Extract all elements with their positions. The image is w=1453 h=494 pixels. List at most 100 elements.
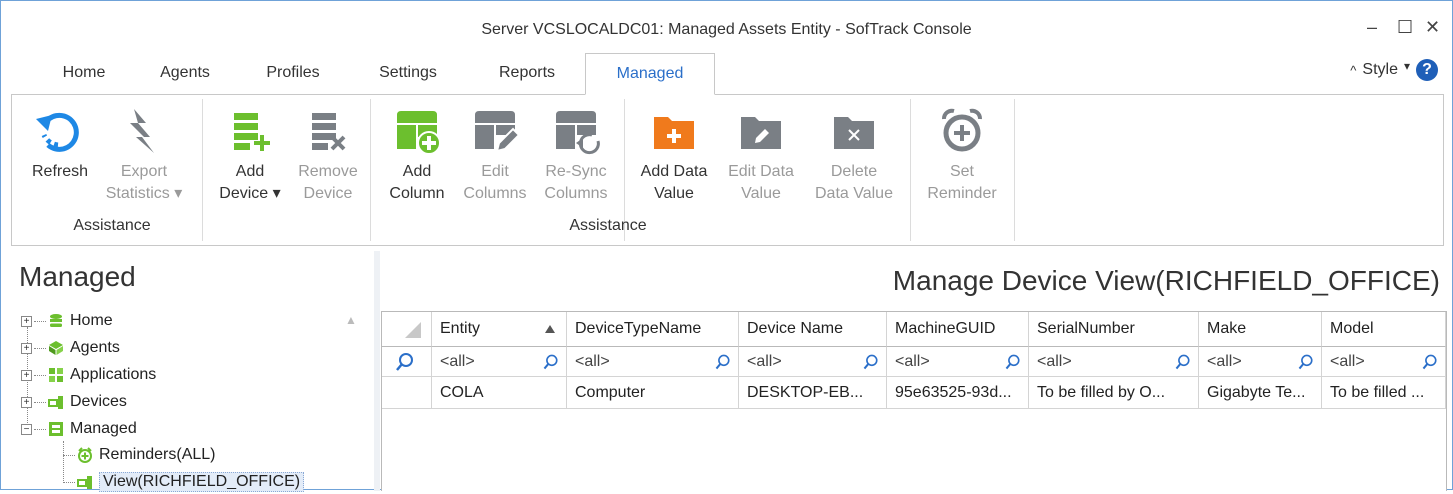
add-device-icon: [222, 101, 278, 161]
maximize-button[interactable]: ☐: [1397, 17, 1413, 38]
search-icon: [1422, 354, 1437, 369]
filter-cell-model[interactable]: <all>: [1322, 347, 1446, 377]
filter-cell-device-name[interactable]: <all>: [739, 347, 887, 377]
export-statistics-button[interactable]: Export Statistics ▾: [98, 101, 190, 205]
column-header-entity[interactable]: Entity: [432, 312, 567, 347]
column-header-model[interactable]: Model: [1322, 312, 1446, 347]
set-reminder-button[interactable]: Set Reminder: [916, 101, 1008, 205]
column-title: DeviceTypeName: [575, 320, 702, 337]
column-header-serialnumber[interactable]: SerialNumber: [1029, 312, 1199, 347]
filter-value: <all>: [895, 352, 930, 370]
cell-devicetypename[interactable]: Computer: [567, 377, 739, 409]
column-title: MachineGUID: [895, 320, 996, 337]
tree-label: View(RICHFIELD_OFFICE): [99, 472, 305, 492]
help-icon[interactable]: ?: [1416, 59, 1438, 81]
style-menu[interactable]: ^ Style ▾ ?: [1350, 59, 1438, 81]
filter-cell-machineguid[interactable]: <all>: [887, 347, 1029, 377]
column-header-devicetypename[interactable]: DeviceTypeName: [567, 312, 739, 347]
filter-cell-devicetypename[interactable]: <all>: [567, 347, 739, 377]
filter-cell-serialnumber[interactable]: <all>: [1029, 347, 1199, 377]
edit-columns-button[interactable]: Edit Columns: [458, 101, 532, 205]
expand-icon[interactable]: +: [21, 342, 32, 354]
row-selector-header[interactable]: [382, 312, 432, 347]
add-data-value-label-2: Value: [654, 185, 694, 202]
cell-entity[interactable]: COLA: [432, 377, 567, 409]
cell-device-name[interactable]: DESKTOP-EB...: [739, 377, 887, 409]
search-icon: [863, 354, 878, 369]
filter-value: <all>: [440, 352, 475, 370]
panel-splitter[interactable]: [374, 251, 380, 491]
column-header-make[interactable]: Make: [1199, 312, 1322, 347]
column-title: Entity: [440, 320, 481, 337]
tab-managed[interactable]: Managed: [585, 53, 715, 95]
device-grid: Entity DeviceTypeName Device Name Machin…: [381, 311, 1447, 491]
refresh-icon: [32, 101, 88, 161]
delete-data-value-label-2: Data Value: [815, 185, 893, 202]
tree-item-devices[interactable]: + Devices: [21, 390, 127, 414]
scroll-up-arrow-icon[interactable]: ▲: [345, 313, 357, 327]
tree-item-agents[interactable]: + Agents: [21, 336, 120, 360]
reminder-icon: [78, 447, 92, 463]
resync-columns-label-1: Re-Sync: [545, 163, 607, 180]
view-icon: [77, 476, 92, 489]
cell-make[interactable]: Gigabyte Te...: [1199, 377, 1322, 409]
resync-columns-button[interactable]: Re-Sync Columns: [536, 101, 616, 205]
collapse-icon[interactable]: −: [21, 423, 32, 435]
add-column-button[interactable]: Add Column: [380, 101, 454, 205]
column-header-machineguid[interactable]: MachineGUID: [887, 312, 1029, 347]
tab-agents[interactable]: Agents: [141, 53, 229, 95]
edit-data-value-label-2: Value: [741, 185, 781, 202]
ribbon-panel: Refresh Export Statistics ▾ Assistance A…: [11, 94, 1444, 246]
export-label-1: Export: [120, 163, 168, 180]
add-data-value-label-1: Add Data: [640, 163, 708, 180]
managed-icon: [49, 422, 63, 436]
agents-icon: [49, 341, 63, 355]
expand-icon[interactable]: +: [21, 315, 32, 327]
tab-reports[interactable]: Reports: [479, 53, 575, 95]
applications-icon: [49, 368, 63, 382]
style-label[interactable]: Style: [1362, 61, 1398, 79]
tab-home[interactable]: Home: [41, 53, 127, 95]
tree-item-view-richfield-office[interactable]: View(RICHFIELD_OFFICE): [63, 470, 305, 494]
filter-cell-make[interactable]: <all>: [1199, 347, 1322, 377]
row-selector[interactable]: [382, 377, 432, 409]
tab-settings[interactable]: Settings: [361, 53, 455, 95]
app-window: Server VCSLOCALDC01: Managed Assets Enti…: [0, 0, 1453, 492]
delete-data-value-label-1: Delete: [830, 163, 878, 180]
column-title: Make: [1207, 320, 1247, 337]
cell-serialnumber[interactable]: To be filled by O...: [1029, 377, 1199, 409]
expand-icon[interactable]: +: [21, 396, 32, 408]
export-label-2: Statistics ▾: [105, 185, 183, 202]
cell-machineguid[interactable]: 95e63525-93d...: [887, 377, 1029, 409]
filter-value: <all>: [1330, 352, 1365, 370]
tree-item-reminders[interactable]: Reminders(ALL): [63, 443, 215, 467]
refresh-button[interactable]: Refresh: [20, 101, 100, 183]
collapse-ribbon-icon[interactable]: ^: [1350, 63, 1356, 78]
add-column-label-2: Column: [389, 185, 445, 202]
add-data-value-button[interactable]: Add Data Value: [630, 101, 718, 205]
minimize-button[interactable]: –: [1367, 17, 1377, 38]
column-title: SerialNumber: [1037, 320, 1135, 337]
delete-data-value-button[interactable]: Delete Data Value: [806, 101, 902, 205]
edit-data-value-button[interactable]: Edit Data Value: [718, 101, 804, 205]
close-button[interactable]: ✕: [1425, 17, 1440, 38]
devices-icon: [48, 396, 63, 409]
tree-item-applications[interactable]: + Applications: [21, 363, 156, 387]
search-icon: [1005, 354, 1020, 369]
column-header-device-name[interactable]: Device Name: [739, 312, 887, 347]
add-device-label-2: Device ▾: [219, 185, 281, 202]
tab-profiles[interactable]: Profiles: [249, 53, 337, 95]
tree-label: Devices: [70, 393, 127, 410]
style-dropdown-icon[interactable]: ▾: [1404, 59, 1410, 73]
cell-model[interactable]: To be filled ...: [1322, 377, 1446, 409]
search-icon: [396, 353, 413, 371]
expand-icon[interactable]: +: [21, 369, 32, 381]
add-device-button[interactable]: Add Device ▾: [212, 101, 288, 205]
table-row[interactable]: COLA Computer DESKTOP-EB... 95e63525-93d…: [382, 377, 1446, 409]
tree-item-home[interactable]: + Home: [21, 309, 113, 333]
remove-device-button[interactable]: Remove Device: [290, 101, 366, 205]
delete-folder-icon: [826, 101, 882, 161]
left-panel-title: Managed: [19, 261, 136, 292]
tree-item-managed[interactable]: − Managed: [21, 417, 137, 441]
filter-cell-entity[interactable]: <all>: [432, 347, 567, 377]
